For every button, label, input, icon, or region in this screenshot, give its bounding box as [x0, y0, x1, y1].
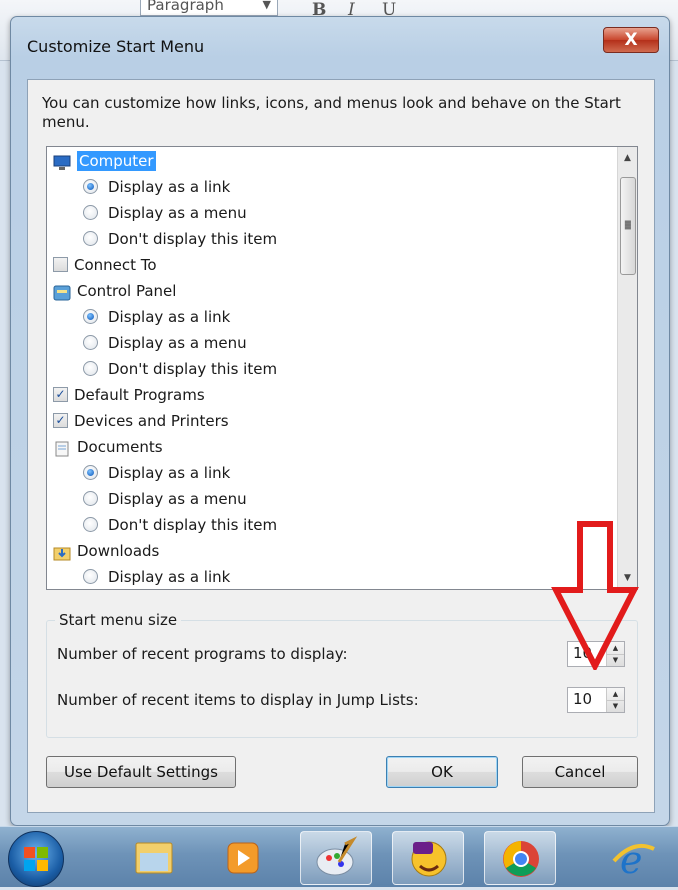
scroll-up-arrow-icon[interactable]: ▲: [618, 149, 637, 167]
close-button[interactable]: X: [603, 27, 659, 53]
option-label: Display as a link: [108, 567, 231, 586]
option-label: Connect To: [74, 255, 157, 274]
start-orb-icon[interactable]: [8, 831, 64, 887]
checkbox-checked-icon[interactable]: ✓: [53, 413, 68, 428]
checkbox-option[interactable]: Connect To: [53, 251, 157, 277]
radio-option[interactable]: Don't display this item: [83, 511, 277, 537]
red-annotation-arrow-icon: [551, 521, 639, 670]
paragraph-style-label: Paragraph: [147, 0, 224, 14]
option-label: Documents: [77, 437, 163, 456]
internet-explorer-icon[interactable]: e: [598, 831, 670, 885]
ok-button[interactable]: OK: [386, 756, 498, 788]
use-default-settings-button[interactable]: Use Default Settings: [46, 756, 236, 788]
option-label: Downloads: [77, 541, 160, 560]
option-label: Display as a link: [108, 177, 231, 196]
option-label: Display as a link: [108, 463, 231, 482]
dialog-description: You can customize how links, icons, and …: [42, 94, 621, 131]
checkbox-checked-icon[interactable]: ✓: [53, 387, 68, 402]
documents-icon: [53, 439, 71, 456]
control-panel-icon: [53, 283, 71, 300]
downloads-icon: [53, 543, 71, 560]
checkbox-option[interactable]: ✓ Devices and Printers: [53, 407, 229, 433]
radio-option[interactable]: Display as a link: [83, 173, 230, 199]
taskbar: e: [0, 826, 678, 887]
option-label: Control Panel: [77, 281, 177, 300]
radio-option[interactable]: Display as a link: [83, 459, 230, 485]
radio-checked-icon[interactable]: [83, 309, 98, 324]
radio-checked-icon[interactable]: [83, 465, 98, 480]
radio-unchecked-icon[interactable]: [83, 517, 98, 532]
radio-unchecked-icon[interactable]: [83, 361, 98, 376]
radio-unchecked-icon[interactable]: [83, 569, 98, 584]
option-label: Don't display this item: [108, 229, 278, 248]
radio-option[interactable]: Display as a link: [83, 303, 230, 329]
tree-item[interactable]: Downloads: [53, 537, 159, 563]
recent-programs-label: Number of recent programs to display:: [57, 645, 348, 663]
radio-unchecked-icon[interactable]: [83, 335, 98, 350]
jump-list-label: Number of recent items to display in Jum…: [57, 691, 419, 709]
radio-checked-icon[interactable]: [83, 179, 98, 194]
radio-unchecked-icon[interactable]: [83, 231, 98, 246]
spin-down-icon[interactable]: ▼: [607, 700, 624, 712]
computer-icon: [53, 153, 71, 170]
customize-start-menu-dialog: Customize Start Menu X You can customize…: [10, 16, 670, 826]
dialog-client-area: You can customize how links, icons, and …: [27, 79, 655, 813]
option-label: Don't display this item: [108, 359, 278, 378]
jump-list-value: 10: [573, 690, 593, 708]
radio-unchecked-icon[interactable]: [83, 491, 98, 506]
dialog-title: Customize Start Menu: [27, 37, 205, 56]
radio-option[interactable]: Display as a menu: [83, 329, 247, 355]
radio-option[interactable]: Display as a menu: [83, 485, 247, 511]
option-label: Display as a menu: [108, 489, 247, 508]
option-label: Display as a link: [108, 307, 231, 326]
chevron-down-icon: ▼: [262, 0, 271, 11]
option-label: Display as a menu: [108, 333, 247, 352]
paragraph-style-dropdown[interactable]: Paragraph ▼: [140, 0, 278, 16]
tree-item[interactable]: Computer: [53, 147, 156, 173]
yahoo-messenger-icon[interactable]: [392, 831, 464, 885]
tree-item[interactable]: Control Panel: [53, 277, 176, 303]
radio-unchecked-icon[interactable]: [83, 205, 98, 220]
explorer-folder-icon[interactable]: [118, 831, 190, 885]
option-label: Default Programs: [74, 385, 205, 404]
option-label: Don't display this item: [108, 515, 278, 534]
radio-option[interactable]: Display as a link: [83, 563, 230, 589]
chrome-icon[interactable]: [484, 831, 556, 885]
media-player-icon[interactable]: [208, 831, 280, 885]
option-label: Computer: [77, 150, 156, 171]
checkbox-option[interactable]: ✓ Default Programs: [53, 381, 205, 407]
option-label: Display as a menu: [108, 203, 247, 222]
grip-icon: ▬ ▬ ▬: [624, 217, 632, 232]
paint-icon[interactable]: [300, 831, 372, 885]
radio-option[interactable]: Display as a menu: [83, 199, 247, 225]
checkbox-unchecked-icon[interactable]: [53, 257, 68, 272]
tree-item[interactable]: Documents: [53, 433, 163, 459]
radio-option[interactable]: Don't display this item: [83, 355, 277, 381]
option-label: Devices and Printers: [74, 411, 229, 430]
radio-option[interactable]: Don't display this item: [83, 225, 277, 251]
jump-list-stepper[interactable]: 10 ▲ ▼: [567, 687, 625, 713]
group-title: Start menu size: [55, 611, 182, 629]
scroll-thumb[interactable]: ▬ ▬ ▬: [620, 177, 636, 275]
cancel-button[interactable]: Cancel: [522, 756, 638, 788]
